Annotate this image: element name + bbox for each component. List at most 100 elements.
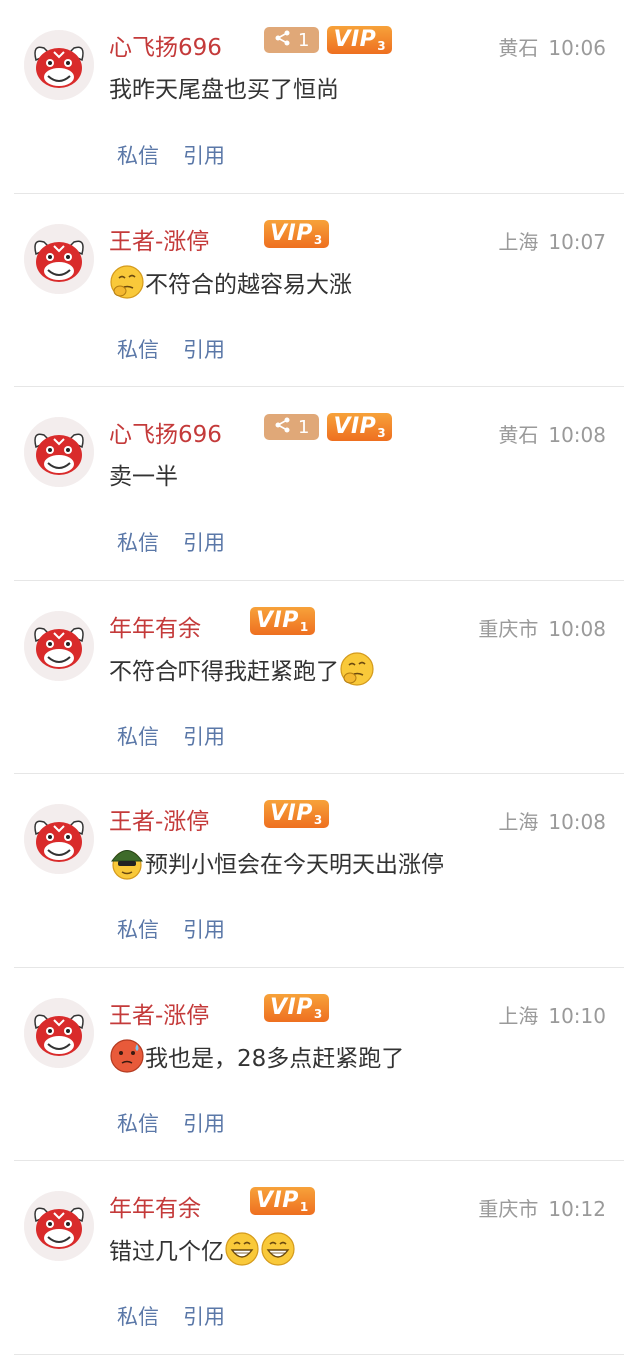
grin-emoji — [224, 1231, 260, 1267]
comment-text: 不符合的越容易大涨 — [109, 264, 352, 300]
user-avatar[interactable] — [24, 417, 94, 487]
user-badges: 1 VIP 3 — [264, 413, 393, 441]
comment-location: 黄石 — [498, 36, 539, 60]
private-message-link[interactable]: 私信 — [117, 338, 159, 362]
comment-time: 10:08 — [548, 616, 606, 641]
quote-link[interactable]: 引用 — [183, 1112, 225, 1136]
vip-label: VIP — [333, 27, 377, 52]
user-badges: VIP 3 — [264, 800, 329, 828]
comment-time: 10:10 — [548, 1003, 606, 1028]
private-message-link[interactable]: 私信 — [117, 918, 159, 942]
private-message-link[interactable]: 私信 — [117, 144, 159, 168]
comment-body: 错过几个亿 — [109, 1239, 224, 1265]
quote-link[interactable]: 引用 — [183, 338, 225, 362]
vip-level: 1 — [299, 619, 309, 634]
comment-feed: 心飞扬696 1 VIP 3 黄石 10:06 我昨天尾盘也买了恒尚 私信 引用 王者… — [0, 0, 640, 1355]
soldier-emoji — [109, 844, 145, 880]
private-message-link[interactable]: 私信 — [117, 1112, 159, 1136]
quote-link[interactable]: 引用 — [183, 531, 225, 555]
share-icon — [274, 416, 292, 439]
vip-label: VIP — [270, 801, 313, 826]
quote-link[interactable]: 引用 — [183, 144, 225, 168]
comment-time: 10:08 — [548, 423, 606, 447]
comment-actions: 私信 引用 — [117, 1301, 249, 1331]
user-avatar[interactable] — [24, 30, 94, 100]
comment-text: 我也是，28多点赶紧跑了 — [109, 1038, 404, 1074]
comment-actions: 私信 引用 — [117, 140, 249, 170]
username[interactable]: 心飞扬696 — [109, 28, 222, 62]
vip-badge: VIP 1 — [250, 1187, 315, 1215]
username[interactable]: 年年有余 — [109, 1189, 201, 1223]
comment-text: 我昨天尾盘也买了恒尚 — [109, 70, 339, 104]
share-badge[interactable]: 1 — [264, 414, 320, 440]
comment-location: 重庆市 — [478, 616, 539, 641]
comment-text: 错过几个亿 — [109, 1231, 296, 1267]
comment-body: 卖一半 — [109, 464, 178, 490]
comment-actions: 私信 引用 — [117, 527, 249, 557]
share-icon — [274, 29, 292, 52]
comment-body: 不符合的越容易大涨 — [145, 271, 352, 298]
comment-time: 10:08 — [548, 810, 606, 834]
comment-meta: 上海 10:07 — [498, 226, 606, 255]
user-badges: VIP 1 — [250, 1187, 315, 1215]
user-badges: VIP 3 — [264, 993, 329, 1022]
user-badges: 1 VIP 3 — [264, 26, 393, 54]
comment-time: 10:12 — [548, 1197, 606, 1221]
comment-meta: 黄石 10:08 — [498, 419, 606, 448]
thinking-emoji — [339, 651, 375, 687]
vip-label: VIP — [270, 994, 313, 1020]
comment-meta: 黄石 10:06 — [498, 32, 606, 61]
quote-link[interactable]: 引用 — [183, 918, 225, 942]
username[interactable]: 年年有余 — [109, 609, 201, 643]
user-avatar[interactable] — [24, 804, 94, 874]
user-avatar[interactable] — [24, 223, 94, 294]
comment-location: 上海 — [498, 229, 539, 254]
vip-level: 3 — [377, 426, 387, 440]
user-avatar[interactable] — [24, 997, 94, 1068]
vip-level: 3 — [313, 813, 323, 827]
comment-item: 心飞扬696 1 VIP 3 黄石 10:08 卖一半 私信 引用 — [14, 387, 624, 581]
comment-meta: 上海 10:08 — [498, 806, 606, 835]
vip-label: VIP — [256, 1188, 299, 1213]
sweat-emoji — [109, 1038, 145, 1074]
thinking-emoji — [109, 264, 145, 300]
user-avatar[interactable] — [24, 1191, 94, 1261]
private-message-link[interactable]: 私信 — [117, 1305, 159, 1329]
private-message-link[interactable]: 私信 — [117, 725, 159, 749]
vip-badge: VIP 3 — [264, 800, 329, 828]
comment-item: 王者-涨停 VIP 3 上海 10:10 我也是，28多点赶紧跑了 私信 引用 — [14, 968, 624, 1161]
share-count: 1 — [298, 29, 310, 51]
username[interactable]: 王者-涨停 — [109, 996, 209, 1030]
quote-link[interactable]: 引用 — [183, 1305, 225, 1329]
user-avatar[interactable] — [24, 610, 94, 681]
comment-location: 上海 — [498, 1003, 539, 1028]
comment-actions: 私信 引用 — [117, 721, 249, 751]
username[interactable]: 王者-涨停 — [109, 222, 209, 256]
quote-link[interactable]: 引用 — [183, 725, 225, 749]
vip-level: 1 — [299, 1200, 309, 1214]
vip-label: VIP — [333, 414, 377, 439]
comment-body: 不符合吓得我赶紧跑了 — [109, 658, 339, 685]
grin-emoji — [260, 1231, 296, 1267]
comment-text: 卖一半 — [109, 457, 178, 491]
vip-level: 3 — [313, 1006, 323, 1021]
vip-level: 3 — [313, 232, 323, 247]
comment-item: 年年有余 VIP 1 重庆市 10:08 不符合吓得我赶紧跑了 私信 引用 — [14, 581, 624, 774]
username[interactable]: 心飞扬696 — [109, 415, 222, 449]
vip-badge: VIP 3 — [264, 993, 329, 1022]
user-badges: VIP 3 — [264, 219, 329, 248]
comment-item: 年年有余 VIP 1 重庆市 10:12 错过几个亿 私信 引用 — [14, 1161, 624, 1355]
vip-label: VIP — [270, 220, 313, 246]
comment-actions: 私信 引用 — [117, 1108, 249, 1138]
share-badge[interactable]: 1 — [264, 27, 320, 53]
comment-meta: 上海 10:10 — [498, 1000, 606, 1029]
private-message-link[interactable]: 私信 — [117, 531, 159, 555]
comment-body: 我也是，28多点赶紧跑了 — [145, 1045, 405, 1072]
comment-meta: 重庆市 10:12 — [478, 1193, 606, 1222]
comment-location: 黄石 — [498, 423, 539, 447]
username[interactable]: 王者-涨停 — [109, 802, 209, 836]
vip-badge: VIP 3 — [327, 26, 393, 54]
comment-time: 10:06 — [548, 36, 606, 60]
comment-item: 王者-涨停 VIP 3 上海 10:07 不符合的越容易大涨 私信 引用 — [14, 194, 624, 387]
user-badges: VIP 1 — [250, 606, 315, 635]
